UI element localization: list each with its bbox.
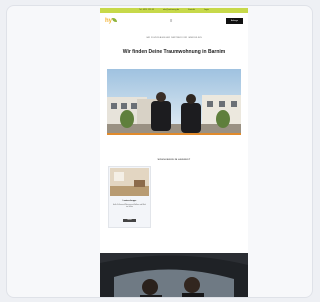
topbar-item-login[interactable]: Login [204, 8, 209, 13]
listing-title: Lewisschuppe [122, 200, 137, 202]
website-preview: Tel. 0351 123 45 info@wohnung.de Kontakt… [100, 8, 248, 297]
listings-section-label: WOHNUNGEN IM ANGEBOT [157, 159, 191, 161]
bottom-image [100, 253, 248, 297]
topbar-item-email[interactable]: info@wohnung.de [163, 8, 179, 13]
hamburger-icon[interactable]: ≡ [170, 19, 174, 23]
hero-image [107, 69, 241, 133]
preview-card: Tel. 0351 123 45 info@wohnung.de Kontakt… [6, 5, 313, 298]
page-title: Wir finden Deine Traumwohnung in Barnim [122, 49, 226, 55]
site-header: hy ≡ Anfrage [100, 16, 248, 28]
request-button[interactable]: Anfrage [226, 18, 243, 24]
topbar-item-phone[interactable]: Tel. 0351 123 45 [139, 8, 154, 13]
listing-description: Helle 3-Zimmer-Wohnung mit Balkon und Bl… [112, 205, 146, 209]
top-contact-bar: Tel. 0351 123 45 info@wohnung.de Kontakt… [100, 8, 248, 13]
hero-kicker: IHR ZUVERLÄSSIGER PARTNER FÜR IMMOBILIEN [146, 37, 202, 39]
listing-card[interactable]: Lewisschuppe Helle 3-Zimmer-Wohnung mit … [108, 166, 151, 228]
hero-accent-line [107, 133, 241, 135]
car-interior-photo [100, 253, 248, 297]
room-photo [110, 168, 149, 196]
listing-image [110, 168, 149, 196]
listing-details-button[interactable]: Details [123, 219, 136, 222]
topbar-item-contact[interactable]: Kontakt [188, 8, 195, 13]
two-agents-walking-photo [107, 69, 241, 133]
